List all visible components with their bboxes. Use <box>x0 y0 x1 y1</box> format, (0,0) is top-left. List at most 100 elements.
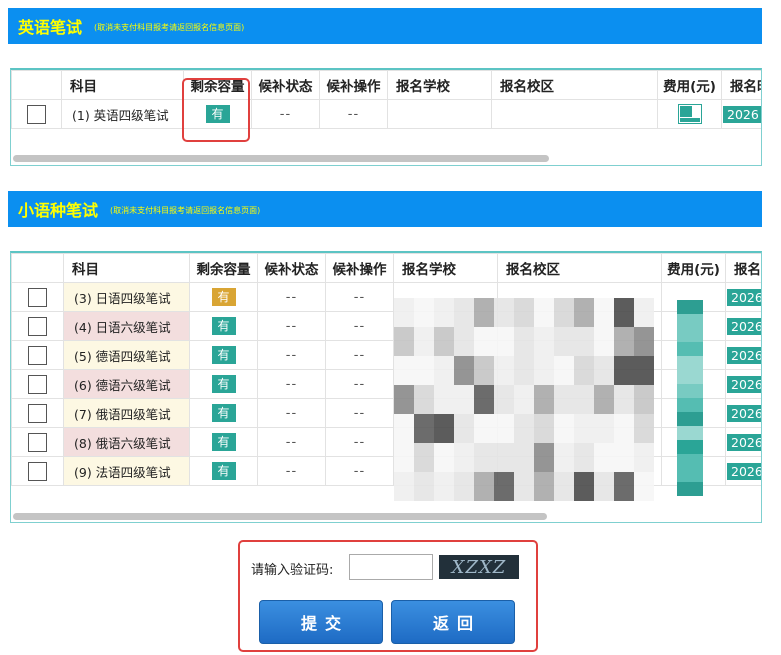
mosaic-tile <box>474 385 494 414</box>
mosaic-tile <box>634 414 654 443</box>
row-checkbox[interactable] <box>28 374 47 394</box>
mosaic-tile <box>614 356 634 385</box>
mosaic-tile <box>554 356 574 385</box>
date-badge: 2026 <box>727 317 761 335</box>
fee-blur-tile <box>677 482 703 496</box>
mosaic-tile <box>414 327 434 356</box>
capacity-badge: 有 <box>211 433 236 451</box>
mosaic-tile <box>394 298 414 327</box>
minor-section-header: 小语种笔试 (取消未支付科目报考请返回报名信息页面) <box>8 191 762 227</box>
mosaic-tile <box>574 443 594 472</box>
header-school: 报名学校 <box>387 70 492 100</box>
subject-cell: (3) 日语四级笔试 <box>63 282 190 312</box>
row-checkbox[interactable] <box>28 461 47 481</box>
subject-cell: (1) 英语四级笔试 <box>61 99 184 129</box>
mosaic-tile <box>494 327 514 356</box>
mosaic-tile <box>474 443 494 472</box>
fee-blur-tile <box>677 468 703 482</box>
minor-horizontal-scrollbar[interactable] <box>13 513 547 520</box>
header-waitlist-action: 候补操作 <box>325 253 394 283</box>
fee-blur-tile <box>677 328 703 342</box>
waitlist-action-cell: -- <box>319 99 388 129</box>
header-waitlist-status: 候补状态 <box>257 253 326 283</box>
mosaic-tile <box>574 327 594 356</box>
mosaic-tile <box>614 327 634 356</box>
mosaic-tile <box>634 356 654 385</box>
subject-cell: (8) 俄语六级笔试 <box>63 427 190 457</box>
row-checkbox[interactable] <box>28 432 47 452</box>
date-badge: 2026 <box>723 105 761 123</box>
waitlist-status-cell: -- <box>257 311 326 341</box>
english-section-header: 英语笔试 (取消未支付科目报考请返回报名信息页面) <box>8 8 762 44</box>
waitlist-action-cell: -- <box>325 398 394 428</box>
mosaic-tile <box>454 356 474 385</box>
mosaic-tile <box>434 414 454 443</box>
mosaic-tile <box>394 327 414 356</box>
header-waitlist-status: 候补状态 <box>251 70 320 100</box>
fee-blur-tile <box>677 356 703 370</box>
mosaic-tile <box>534 443 554 472</box>
back-button[interactable]: 返回 <box>391 600 515 644</box>
waitlist-action-cell: -- <box>325 456 394 486</box>
fee-blur-tile <box>677 384 703 398</box>
english-horizontal-scrollbar[interactable] <box>13 155 549 162</box>
fee-blur-tile <box>677 300 703 314</box>
date-badge: 2026 <box>727 462 761 480</box>
header-subject: 科目 <box>63 253 190 283</box>
mosaic-tile <box>434 356 454 385</box>
submit-button[interactable]: 提交 <box>259 600 383 644</box>
mosaic-tile <box>414 298 434 327</box>
mosaic-tile <box>474 327 494 356</box>
fee-blur-tile <box>677 314 703 328</box>
date-badge: 2026 <box>727 346 761 364</box>
mosaic-tile <box>534 298 554 327</box>
mosaic-tile <box>434 327 454 356</box>
row-checkbox[interactable] <box>28 345 47 365</box>
mosaic-tile <box>474 298 494 327</box>
mosaic-tile <box>574 298 594 327</box>
mosaic-tile <box>414 356 434 385</box>
header-subject: 科目 <box>61 70 184 100</box>
mosaic-tile <box>514 356 534 385</box>
mosaic-tile <box>574 385 594 414</box>
captcha-image-text: XZXZ <box>451 556 507 578</box>
header-school: 报名学校 <box>393 253 498 283</box>
mosaic-tile <box>534 356 554 385</box>
mosaic-tile <box>634 385 654 414</box>
subject-cell: (9) 法语四级笔试 <box>63 456 190 486</box>
mosaic-tile <box>394 414 414 443</box>
captcha-input[interactable] <box>349 554 433 580</box>
waitlist-status-cell: -- <box>251 99 320 129</box>
row-checkbox[interactable] <box>28 287 47 307</box>
mosaic-tile <box>574 472 594 501</box>
row-checkbox[interactable] <box>27 104 46 124</box>
waitlist-action-cell: -- <box>325 311 394 341</box>
mosaic-tile <box>594 414 614 443</box>
mosaic-tile <box>494 385 514 414</box>
mosaic-tile <box>454 472 474 501</box>
header-campus: 报名校区 <box>497 253 662 283</box>
mosaic-tile <box>594 443 614 472</box>
mosaic-tile <box>434 443 454 472</box>
mosaic-tile <box>614 472 634 501</box>
captcha-area: 请输入验证码: XZXZ 提交 返回 <box>239 541 537 651</box>
mosaic-tile <box>614 414 634 443</box>
mosaic-tile <box>454 327 474 356</box>
header-capacity: 剩余容量 <box>189 253 258 283</box>
capacity-badge: 有 <box>211 462 236 480</box>
mosaic-tile <box>414 472 434 501</box>
captcha-image[interactable]: XZXZ <box>439 555 519 579</box>
mosaic-tile <box>594 385 614 414</box>
fee-blur-tile <box>677 398 703 412</box>
header-campus: 报名校区 <box>491 70 658 100</box>
row-checkbox[interactable] <box>28 316 47 336</box>
date-badge: 2026 <box>727 288 761 306</box>
fee-blur-tile <box>677 370 703 384</box>
date-badge: 2026 <box>727 433 761 451</box>
english-table: 科目 剩余容量 候补状态 候补操作 报名学校 报名校区 费用(元) 报名时 (1… <box>11 70 761 129</box>
row-checkbox[interactable] <box>28 403 47 423</box>
date-badge: 2026 <box>727 375 761 393</box>
mosaic-tile <box>614 443 634 472</box>
header-fee: 费用(元) <box>657 70 722 100</box>
minor-section-title: 小语种笔试 <box>18 201 99 220</box>
